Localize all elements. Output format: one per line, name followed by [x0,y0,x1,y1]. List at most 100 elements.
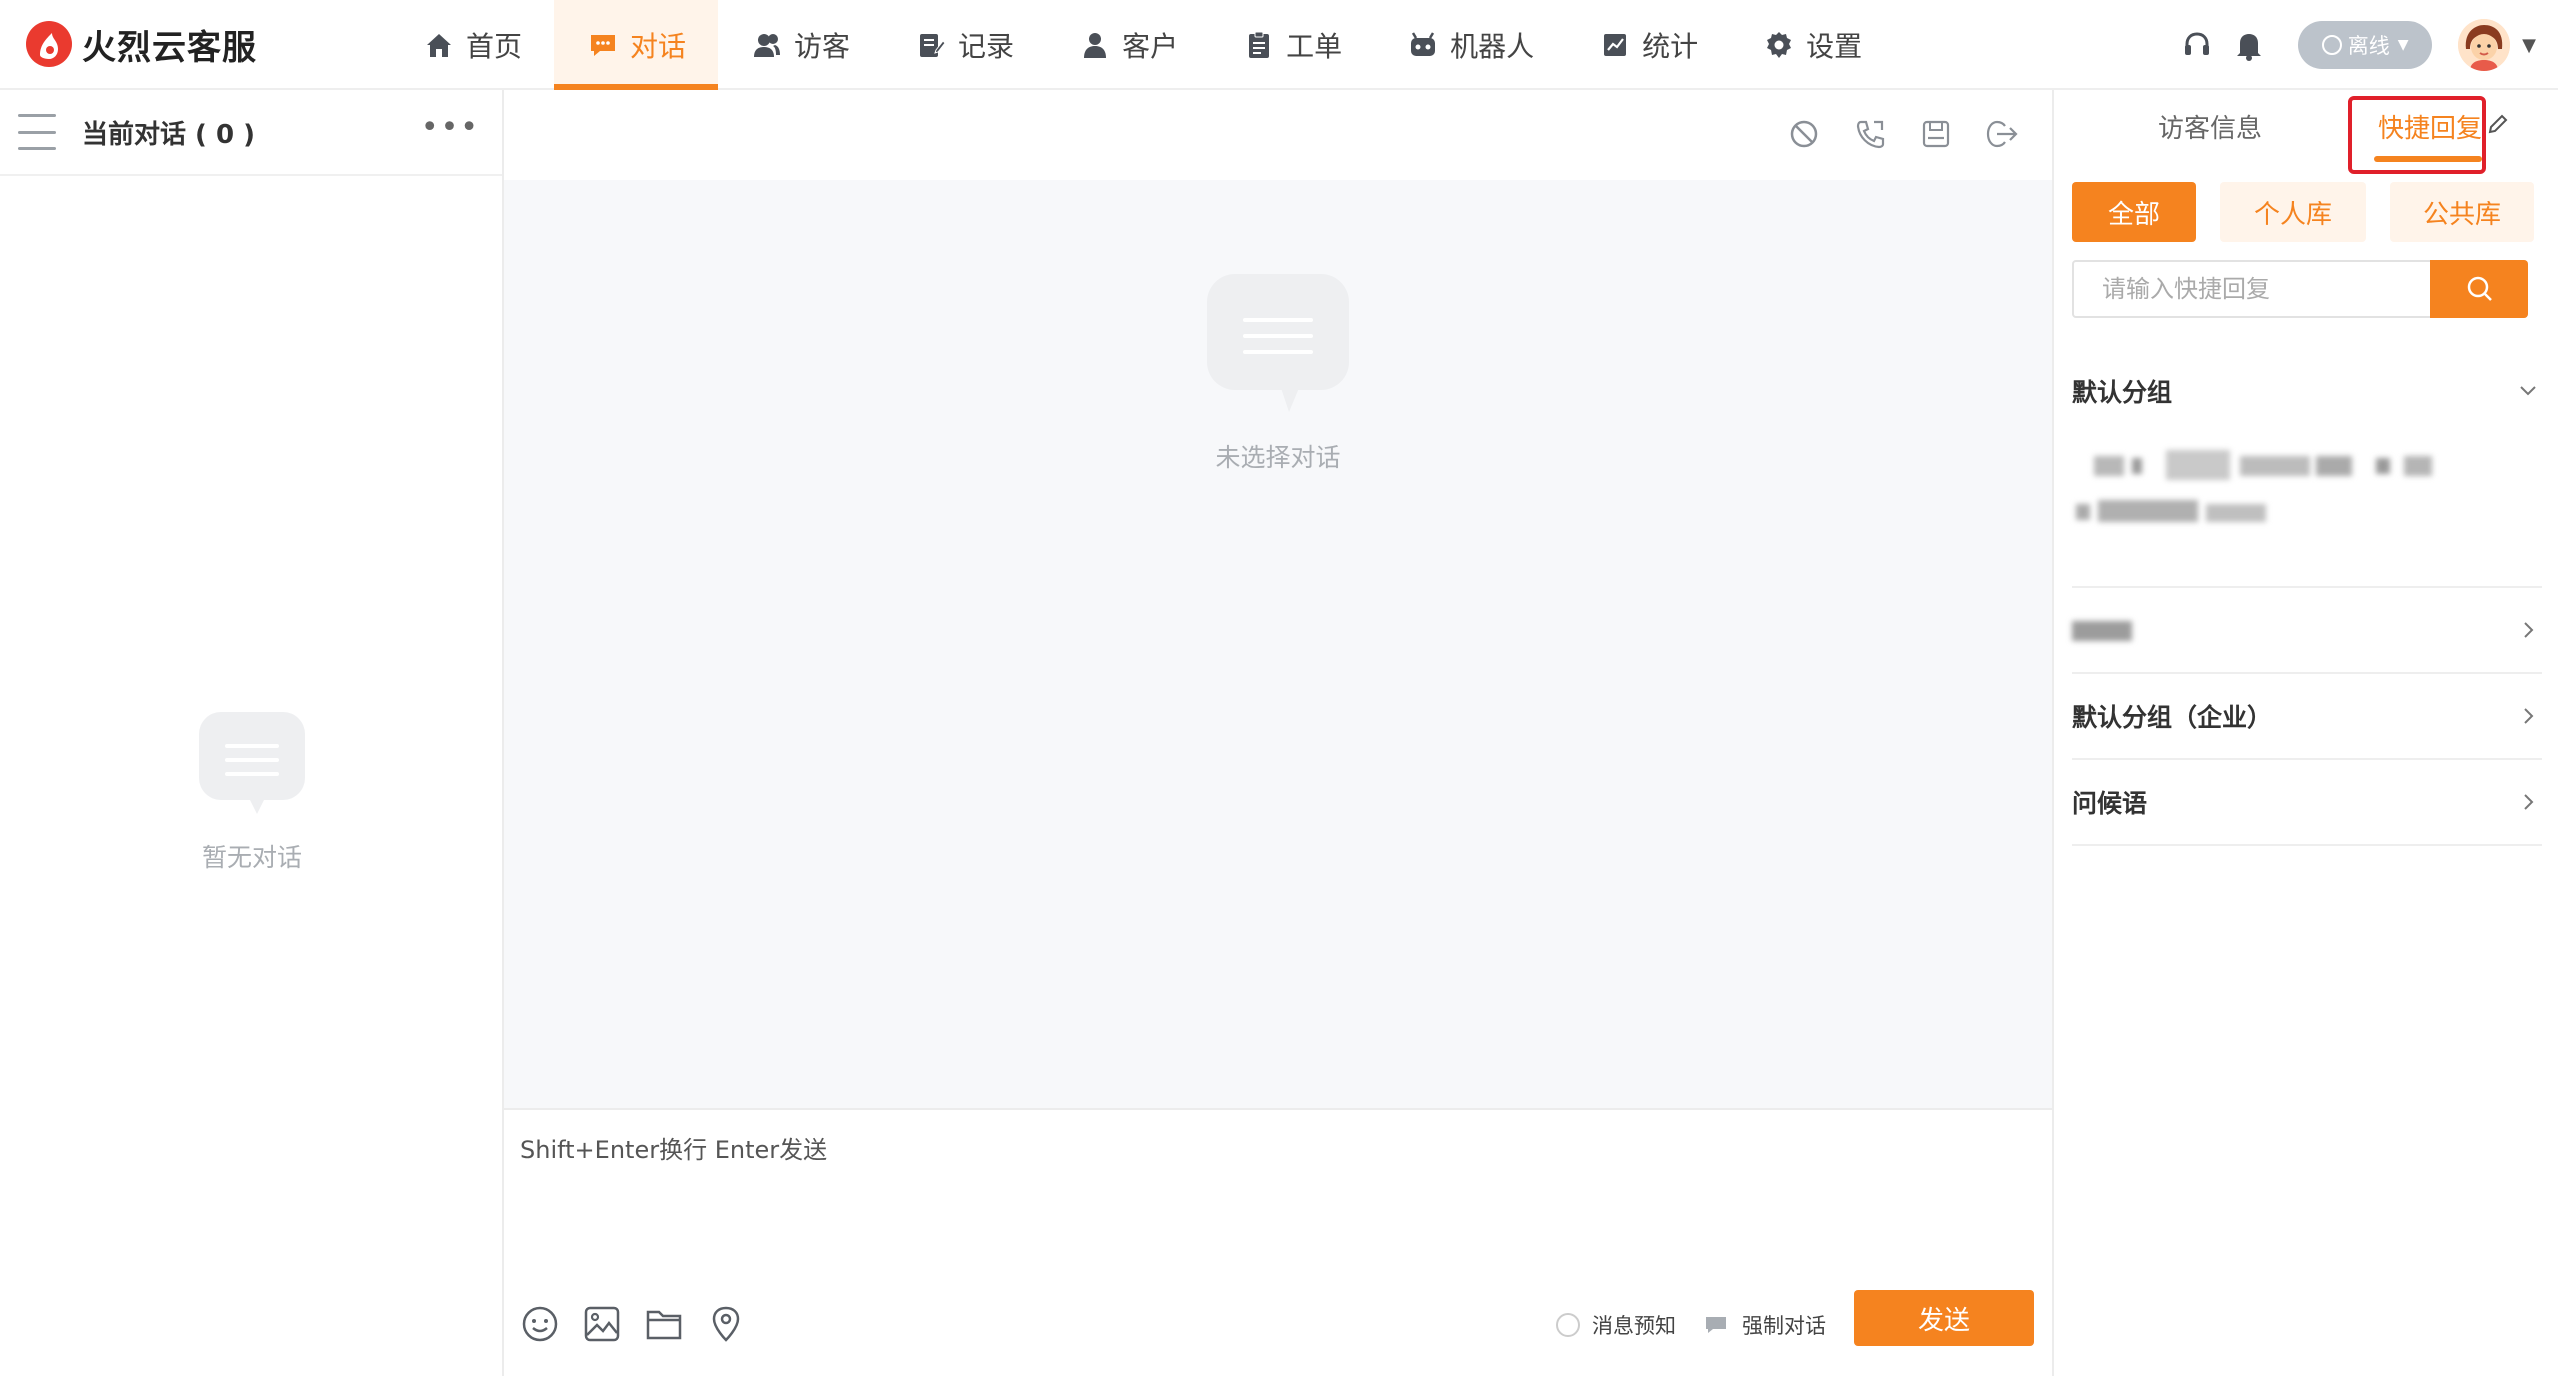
composer-hint: Shift+Enter换行 Enter发送 [520,1136,828,1164]
message-composer[interactable]: Shift+Enter换行 Enter发送 消息预知 强制对话 发送 [504,1108,2052,1376]
right-panel-tabs: 访客信息 快捷回复 [2054,90,2558,178]
nav-label-visitors: 访客 [794,30,851,63]
filter-personal-button[interactable]: 个人库 [2220,182,2366,242]
nav-label-chat: 对话 [630,30,687,63]
stats-icon [1598,28,1632,62]
bell-icon[interactable] [2230,26,2268,64]
chevron-right-icon [2514,788,2542,816]
group-header-greetings[interactable]: 问候语 [2072,760,2542,846]
records-icon [914,28,948,62]
nav-item-settings[interactable]: 设置 [1730,0,1894,90]
user-avatar[interactable] [2458,19,2511,71]
empty-chat-icon [199,712,305,814]
chevron-down-icon [2514,377,2542,405]
highlight-annotation-box [2348,96,2486,174]
nav-label-records: 记录 [958,30,1015,63]
chevron-right-icon [2514,616,2542,644]
ticket-icon [1242,28,1276,62]
chat-empty-state: 未选择对话 [504,272,2052,474]
group-default: 默认分组 默认分组（企业） 问候语 [2072,360,2542,846]
nav-item-visitors[interactable]: 访客 [718,0,882,90]
nav-label-robot: 机器人 [1450,30,1535,63]
conversation-list-header: 当前对话 ( 0 ) ••• [0,90,502,176]
redacted-text-block [2072,621,2132,641]
filter-all-button[interactable]: 全部 [2072,182,2196,242]
nav-label-home: 首页 [466,30,523,63]
main-nav: 首页 对话 访客 记录 客户 工单 机器人 统计 设置 [390,0,1894,90]
composer-options: 消息预知 强制对话 [1556,1310,1826,1340]
nav-item-robot[interactable]: 机器人 [1374,0,1566,90]
nav-label-customer: 客户 [1122,30,1179,63]
exit-icon[interactable] [1982,114,2022,154]
visitors-icon [750,28,784,62]
nav-item-ticket[interactable]: 工单 [1210,0,1374,90]
force-conversation-label[interactable]: 强制对话 [1742,1310,1826,1340]
chat-panel: 未选择对话 Shift+Enter换行 Enter发送 消息预知 强制对话 发送 [504,90,2052,1376]
more-options-icon[interactable]: ••• [421,110,480,145]
empty-chat-icon [1207,274,1349,412]
nav-item-chat[interactable]: 对话 [554,0,719,90]
quick-reply-search-input[interactable] [2074,262,2430,316]
quick-reply-item-redacted[interactable] [2072,422,2542,588]
tab-visitor-info[interactable]: 访客信息 [2158,108,2262,145]
flame-logo-icon [26,21,72,67]
nav-label-settings: 设置 [1806,30,1863,63]
redacted-text-block [2076,450,2432,522]
emoji-icon[interactable] [520,1304,560,1344]
status-label: 离线 [2347,34,2390,58]
status-dropdown[interactable]: 离线 ▼ [2298,21,2433,69]
chat-icon [586,28,620,62]
conversation-list-panel: 当前对话 ( 0 ) ••• 暂无对话 [0,90,504,1376]
group-title-greetings: 问候语 [2072,789,2148,818]
block-icon[interactable] [1784,114,1824,154]
avatar-caret-icon[interactable]: ▼ [2522,35,2536,56]
status-dot-icon [2321,35,2342,55]
chevron-right-icon [2514,702,2542,730]
current-conversations-title: 当前对话 ( 0 ) [82,119,256,150]
message-icon [1706,1317,1726,1333]
group-header-default[interactable]: 默认分组 [2072,360,2542,422]
send-button[interactable]: 发送 [1854,1290,2034,1346]
quick-reply-search [2072,260,2528,318]
no-conversation-text: 暂无对话 [201,843,302,872]
image-icon[interactable] [582,1304,622,1344]
nav-label-ticket: 工单 [1286,30,1343,63]
location-icon[interactable] [706,1304,746,1344]
top-right-tools: 离线 ▼ ▼ [2178,0,2558,90]
brand-name: 火烈云客服 [82,27,257,68]
nav-item-customer[interactable]: 客户 [1046,0,1210,90]
quick-reply-filters: 全部 个人库 公共库 [2072,182,2534,242]
menu-toggle-icon[interactable] [18,114,56,150]
search-button[interactable] [2430,260,2528,318]
save-icon[interactable] [1916,114,1956,154]
no-selection-text: 未选择对话 [1215,443,1341,472]
settings-icon [1762,28,1796,62]
folder-icon[interactable] [644,1304,684,1344]
filter-public-button[interactable]: 公共库 [2390,182,2534,242]
phone-icon[interactable] [1850,114,1890,154]
nav-label-stats: 统计 [1642,30,1699,63]
group-header-default-enterprise[interactable]: 默认分组（企业） [2072,674,2542,760]
message-preview-radio[interactable] [1556,1313,1580,1337]
search-icon [2467,276,2492,301]
nav-item-records[interactable]: 记录 [882,0,1046,90]
right-side-panel: 访客信息 快捷回复 全部 个人库 公共库 默认分组 [2052,90,2558,1376]
chat-message-area: 未选择对话 [504,180,2052,1108]
home-icon [422,28,456,62]
nav-item-stats[interactable]: 统计 [1566,0,1730,90]
edit-pencil-icon[interactable] [2486,112,2510,140]
headset-icon[interactable] [2178,26,2216,64]
caret-down-icon: ▼ [2397,37,2409,53]
message-preview-label: 消息预知 [1592,1314,1676,1338]
group-title-default: 默认分组 [2072,378,2173,407]
chat-toolbar [504,90,2052,180]
conversation-list-empty-state: 暂无对话 [0,710,504,874]
quick-reply-item-redacted-2[interactable] [2072,588,2542,674]
group-title-default-enterprise: 默认分组（企业） [2072,703,2273,732]
customer-icon [1078,28,1112,62]
brand[interactable]: 火烈云客服 [26,18,257,70]
robot-icon [1406,28,1440,62]
top-navigation-bar: 火烈云客服 首页 对话 访客 记录 客户 工单 机器人 统计 设置 离线 ▼ ▼ [0,0,2558,90]
nav-item-home[interactable]: 首页 [390,0,554,90]
composer-tools [520,1304,768,1344]
